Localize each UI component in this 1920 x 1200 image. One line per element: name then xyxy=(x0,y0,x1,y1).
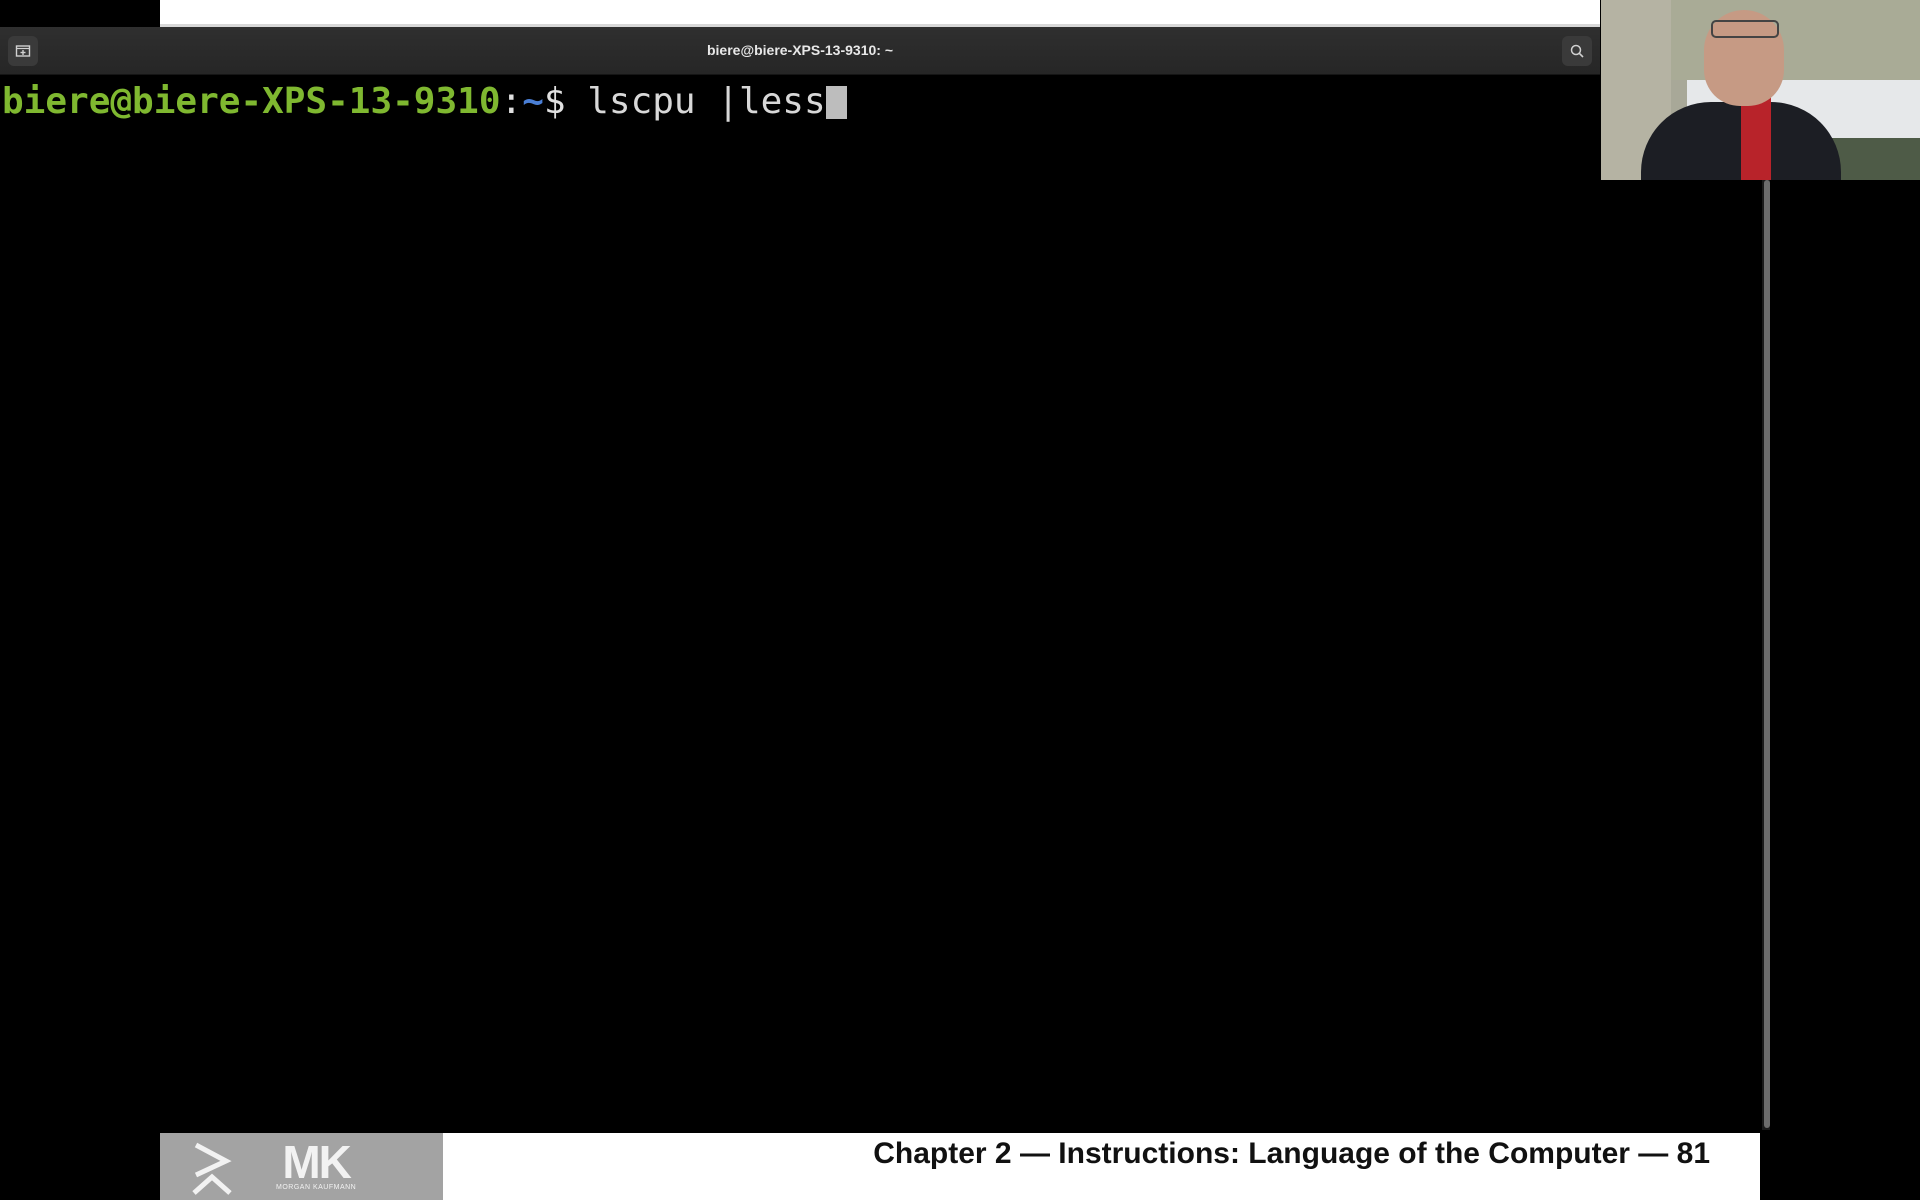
terminal-titlebar[interactable]: biere@biere-XPS-13-9310: ~ xyxy=(0,27,1600,75)
slide-top-edge xyxy=(160,0,1600,27)
prompt-path: ~ xyxy=(522,81,544,122)
logo-letters: MK xyxy=(282,1136,352,1188)
terminal-output[interactable]: biere@biere-XPS-13-9310:~$ lscpu |less xyxy=(0,75,1763,1132)
window-title: biere@biere-XPS-13-9310: ~ xyxy=(706,42,894,58)
prompt-dollar: $ xyxy=(543,81,566,122)
publisher-mark-icon xyxy=(192,1142,232,1195)
logo-subtitle: MORGAN KAUFMANN xyxy=(276,1184,357,1191)
webcam-presenter-glasses xyxy=(1711,20,1779,38)
prompt-user-host: biere@biere-XPS-13-9310 xyxy=(2,81,501,122)
logo-wordmark: MK MORGAN KAUFMANN xyxy=(276,1136,357,1191)
webcam-presenter-shirt xyxy=(1741,95,1771,180)
search-icon xyxy=(1570,44,1584,58)
scrollbar-thumb[interactable] xyxy=(1764,180,1770,1128)
prompt-colon: : xyxy=(500,81,523,122)
text-cursor xyxy=(825,86,847,119)
slide-footer-title: Chapter 2 — Instructions: Language of th… xyxy=(873,1137,1710,1170)
search-button[interactable] xyxy=(1562,36,1592,66)
morgan-kaufmann-logo: MK MORGAN KAUFMANN xyxy=(160,1133,443,1200)
terminal-window[interactable]: biere@biere-XPS-13-9310: ~ biere@biere-X… xyxy=(0,27,1763,1132)
command-input[interactable]: lscpu |less xyxy=(566,81,825,122)
webcam-video xyxy=(1601,0,1920,180)
prompt-line[interactable]: biere@biere-XPS-13-9310:~$ lscpu |less xyxy=(2,75,847,129)
